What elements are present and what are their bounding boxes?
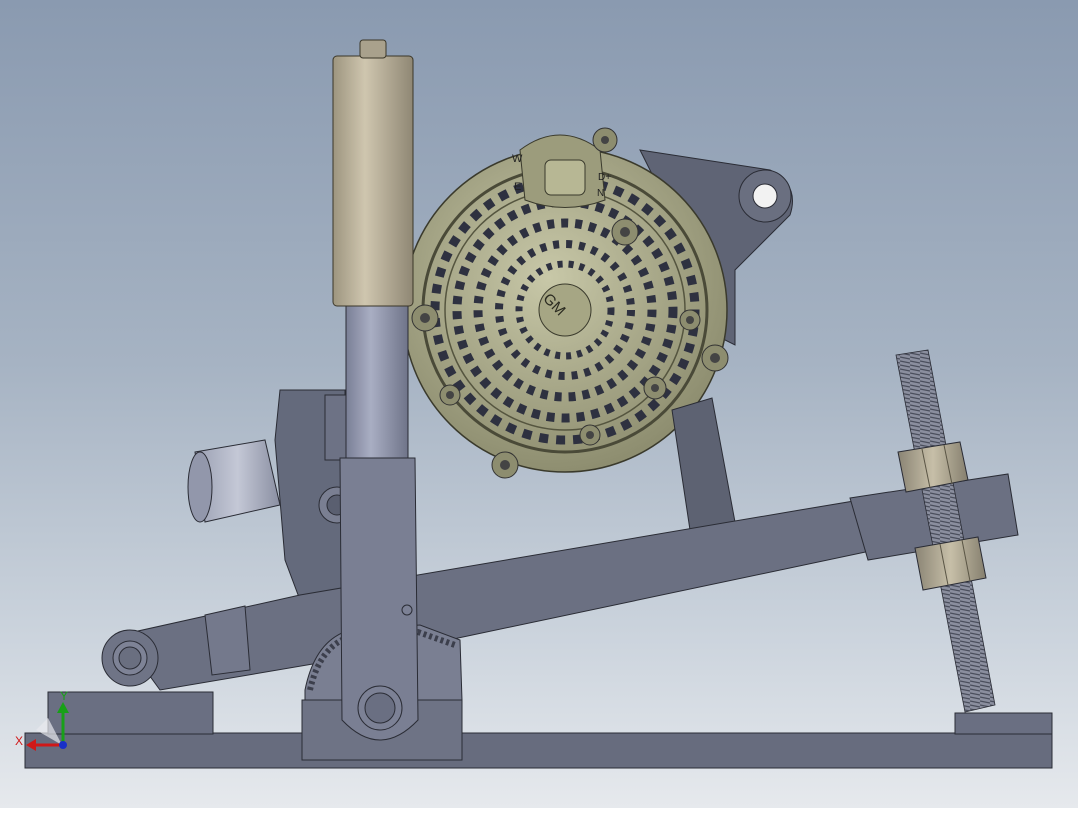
alternator-bolt [592, 127, 618, 153]
actuator-rod[interactable] [345, 299, 409, 466]
alternator-bolt [491, 451, 519, 479]
side-cylinder[interactable] [187, 439, 281, 523]
cad-viewport[interactable]: W E D+ N GM Y X [0, 0, 1078, 808]
alternator-bolt [439, 384, 461, 406]
terminal-label-w: W [512, 153, 523, 165]
terminal-label-d-plus: D+ [598, 172, 611, 183]
lever-arm[interactable] [101, 499, 876, 691]
alternator-bolt [701, 344, 729, 372]
alternator-bolt [643, 376, 667, 400]
x-axis-label: X [15, 734, 23, 748]
actuator-lower-body[interactable] [339, 457, 419, 741]
support-strut[interactable] [671, 397, 736, 531]
terminal-label-n: N [597, 188, 604, 199]
alternator-bolt [579, 424, 601, 446]
alternator-bolt [679, 309, 701, 331]
alternator-bolt [411, 304, 439, 332]
y-axis-label: Y [60, 689, 68, 703]
assembly-model[interactable]: W E D+ N GM Y X [0, 0, 1078, 808]
z-axis-dot [59, 741, 67, 749]
alternator-bolt [611, 218, 639, 246]
base-plate[interactable] [24, 691, 1053, 769]
terminal-label-e: E [514, 181, 521, 193]
actuator-sleeve[interactable] [332, 39, 414, 307]
